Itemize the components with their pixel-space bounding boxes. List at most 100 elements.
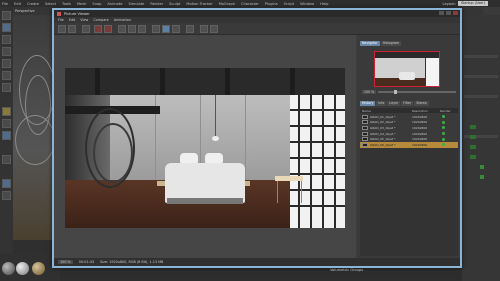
material-swatch[interactable] [2,262,15,275]
menu-tools[interactable]: Tools [62,2,71,6]
object-row[interactable] [464,95,498,98]
window-controls [439,11,458,15]
channel-icon[interactable] [186,25,194,33]
tab-history[interactable]: History [360,101,376,106]
open-icon[interactable] [58,25,66,33]
compare-b-icon[interactable] [138,25,146,33]
stop-render-icon[interactable] [94,25,102,33]
picture-viewer-icon [57,11,61,16]
tool-grid-icon[interactable] [2,191,11,200]
save-icon[interactable] [68,25,76,33]
menu-simulate[interactable]: Simulate [128,2,144,6]
menu-motion-tracker[interactable]: Motion Tracker [186,2,212,6]
tool-lock-icon[interactable] [2,155,11,164]
pv-menu-animation[interactable]: Animation [114,18,131,22]
enabled-check-icon[interactable] [480,175,484,179]
window-transom [290,141,345,143]
menu-render[interactable]: Render [150,2,163,6]
navigator-zoom-value[interactable]: 100 % [362,89,377,94]
navigator-zoom-slider[interactable] [378,89,456,94]
menu-snap[interactable]: Snap [92,2,101,6]
window-transom [290,205,345,207]
render-done-icon [442,120,445,124]
render-canvas-area[interactable] [54,35,356,258]
object-row[interactable] [464,75,498,78]
tool-edges-icon[interactable] [2,71,11,80]
window-transom [290,125,345,127]
col-render[interactable]: Render [440,109,451,113]
menu-select[interactable]: Select [45,2,56,6]
object-tag-icon[interactable] [470,145,476,149]
object-tag-icon[interactable] [470,155,476,159]
history-row-selected[interactable]: GRAD_06_dipet * 1920x800 [360,142,458,148]
fullscreen-icon[interactable] [200,25,208,33]
menu-help[interactable]: Help [320,2,328,6]
object-tag-icon[interactable] [470,135,476,139]
left-toolbar [0,7,13,281]
render-table-leg [301,181,302,203]
tool-make-editable-icon[interactable] [2,11,11,20]
tool-workplane-icon[interactable] [2,47,11,56]
pv-menu-compare[interactable]: Compare [93,18,108,22]
object-tag-icon[interactable] [470,125,476,129]
navigator-tabs: Navigator Histogram [360,41,402,46]
picture-viewer-titlebar[interactable]: Picture Viewer [54,10,460,17]
tool-workplane2-icon[interactable] [2,179,11,188]
tab-navigator[interactable]: Navigator [360,41,380,46]
menu-plugins[interactable]: Plugins [265,2,278,6]
rendered-image[interactable] [65,68,345,228]
layout-select[interactable]: Startup (User) [457,1,488,6]
navigator-thumbnail[interactable] [374,51,440,87]
material-swatch[interactable] [32,262,45,275]
tab-stereo[interactable]: Stereo [414,101,429,106]
pv-menu-edit[interactable]: Edit [69,18,76,22]
menu-animate[interactable]: Animate [107,2,122,6]
render-beam [95,68,100,95]
menu-window[interactable]: Window [300,2,314,6]
single-view-icon[interactable] [162,25,170,33]
tool-tweak-icon[interactable] [2,119,11,128]
pv-menu-file[interactable]: File [58,18,64,22]
menu-mesh[interactable]: Mesh [77,2,86,6]
tool-axis-icon[interactable] [2,107,11,116]
fit-icon[interactable] [152,25,160,33]
object-row[interactable] [464,55,498,58]
window-mullion [322,95,324,228]
render-icon[interactable] [104,25,112,33]
settings-icon[interactable] [210,25,218,33]
menu-sculpt[interactable]: Sculpt [169,2,180,6]
material-swatch[interactable] [16,262,29,275]
menu-edit[interactable]: Edit [14,2,21,6]
main-menubar: File Edit Create Select Tools Mesh Snap … [0,0,500,7]
menu-script[interactable]: Script [284,2,294,6]
object-manager-panel [462,15,500,281]
tool-model-icon[interactable] [2,23,11,32]
menu-character[interactable]: Character [241,2,259,6]
menu-mograph[interactable]: MoGraph [219,2,235,6]
split-view-icon[interactable] [172,25,180,33]
close-icon[interactable] [453,11,458,15]
menu-create[interactable]: Create [27,2,39,6]
col-name[interactable]: Name [362,109,371,113]
tab-layer[interactable]: Layer [387,101,401,106]
history-resolution: 1920x800 [412,120,428,125]
tool-texture-icon[interactable] [2,35,11,44]
tab-histogram[interactable]: Histogram [380,41,402,46]
export-icon[interactable] [82,25,90,33]
render-window [290,95,345,228]
pv-menu-view[interactable]: View [80,18,88,22]
tab-info[interactable]: Info [376,101,387,106]
col-resolution[interactable]: Resolution [412,109,428,113]
tab-filter[interactable]: Filter [401,101,414,106]
slider-knob[interactable] [393,89,397,94]
enabled-check-icon[interactable] [480,165,484,169]
tool-points-icon[interactable] [2,59,11,68]
tool-polygons-icon[interactable] [2,83,11,92]
menu-file[interactable]: File [2,2,8,6]
compare-a-icon[interactable] [128,25,136,33]
tool-snap-icon[interactable] [2,131,11,140]
minimize-icon[interactable] [439,11,444,15]
zoom-field[interactable]: 100 % [58,260,73,264]
region-icon[interactable] [118,25,126,33]
maximize-icon[interactable] [446,11,451,15]
